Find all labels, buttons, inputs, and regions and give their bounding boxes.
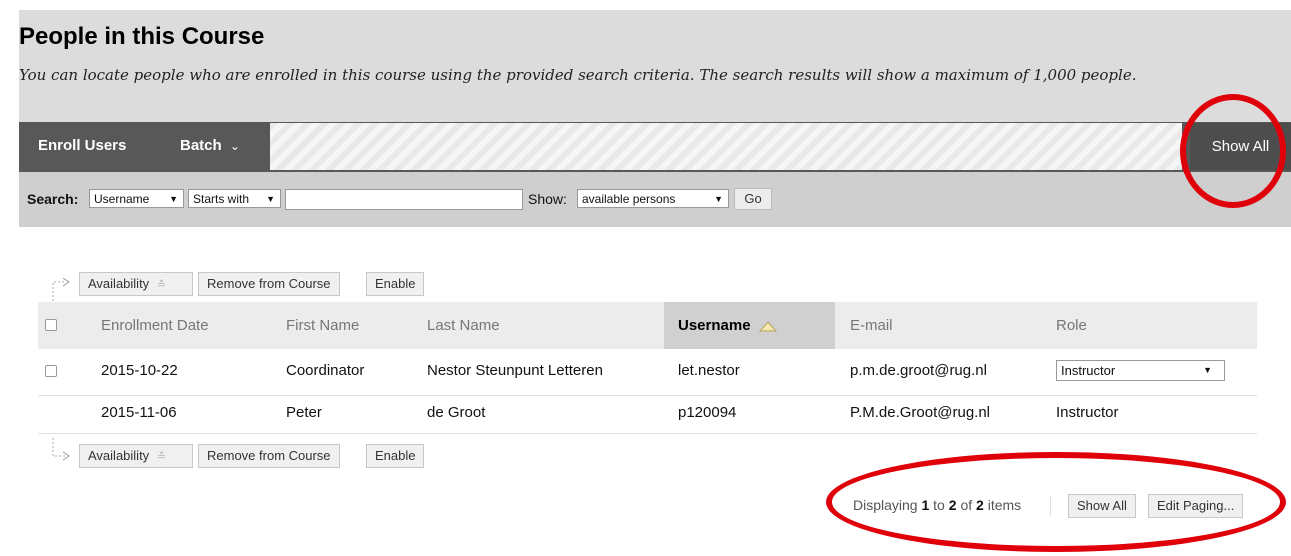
role-select[interactable]: Instructor ▼ (1056, 360, 1225, 381)
search-operator-value: Starts with (193, 192, 250, 206)
column-username[interactable]: Username (678, 317, 777, 334)
paging-divider (1050, 496, 1051, 516)
show-all-top-button[interactable]: Show All (1190, 123, 1291, 170)
show-all-bottom-button[interactable]: Show All (1068, 494, 1136, 518)
search-field-value: Username (94, 192, 150, 206)
column-email[interactable]: E-mail (850, 317, 893, 334)
paging-to-word: to (933, 497, 945, 513)
select-arrow-icon (52, 277, 70, 301)
double-chevron-down-icon: ≛ (156, 451, 167, 463)
batch-menu-button[interactable]: Batch ⌄ (180, 137, 240, 154)
show-filter-value: available persons (582, 192, 676, 206)
page-description: You can locate people who are enrolled i… (19, 66, 1137, 84)
cell-username: p120094 (678, 404, 737, 421)
search-operator-select[interactable]: Starts with ▼ (188, 189, 281, 208)
cell-last-name: Nestor Steunpunt Letteren (427, 362, 603, 379)
availability-button-bottom[interactable]: Availability ≛ (79, 444, 193, 468)
dropdown-arrow-icon: ▼ (714, 194, 723, 204)
select-all-checkbox[interactable] (45, 319, 57, 331)
row-checkbox[interactable] (45, 365, 57, 377)
row-divider (38, 395, 1257, 396)
cell-email: p.m.de.groot@rug.nl (850, 362, 987, 379)
search-field-select[interactable]: Username ▼ (89, 189, 184, 208)
remove-from-course-button-top[interactable]: Remove from Course (198, 272, 340, 296)
column-enrollment-date[interactable]: Enrollment Date (101, 317, 209, 334)
cell-enrollment-date: 2015-11-06 (101, 404, 177, 421)
availability-label: Availability (88, 448, 150, 463)
go-button[interactable]: Go (734, 188, 772, 210)
enable-button-bottom[interactable]: Enable (366, 444, 425, 468)
column-role: Role (1056, 317, 1087, 334)
paging-suffix: items (987, 497, 1022, 513)
paging-total: 2 (976, 497, 984, 513)
cell-email: P.M.de.Groot@rug.nl (850, 404, 991, 421)
paging-summary: Displaying 1 to 2 of 2 items (853, 497, 1021, 513)
role-value: Instructor (1061, 363, 1116, 378)
select-arrow-icon (52, 438, 70, 461)
availability-button-top[interactable]: Availability ≛ (79, 272, 193, 296)
dropdown-arrow-icon: ▼ (1203, 365, 1212, 375)
double-chevron-down-icon: ≛ (156, 279, 167, 291)
edit-paging-button[interactable]: Edit Paging... (1148, 494, 1244, 518)
cell-last-name: de Groot (427, 404, 486, 421)
search-input[interactable] (285, 189, 523, 210)
action-bar-spacer (270, 123, 1182, 170)
page-title: People in this Course (19, 23, 265, 50)
paging-prefix: Displaying (853, 497, 918, 513)
dropdown-arrow-icon: ▼ (169, 194, 178, 204)
row-divider (38, 433, 1257, 434)
show-filter-select[interactable]: available persons ▼ (577, 189, 729, 208)
cell-username: let.nestor (678, 362, 740, 379)
dropdown-arrow-icon: ▼ (266, 194, 275, 204)
cell-enrollment-date: 2015-10-22 (101, 362, 178, 379)
column-username-label: Username (678, 317, 751, 334)
sort-ascending-icon (758, 321, 777, 332)
cell-role: Instructor (1056, 404, 1119, 421)
enroll-users-button[interactable]: Enroll Users (38, 137, 126, 154)
enable-button-top[interactable]: Enable (366, 272, 425, 296)
paging-of-word: of (960, 497, 973, 513)
paging-from: 1 (921, 497, 930, 513)
paging-to: 2 (948, 497, 957, 513)
search-label: Search: (27, 191, 79, 207)
chevron-down-icon: ⌄ (229, 139, 240, 153)
batch-label: Batch (180, 137, 222, 154)
cell-first-name: Peter (286, 404, 322, 421)
availability-label: Availability (88, 276, 150, 291)
show-label: Show: (528, 191, 567, 207)
column-first-name[interactable]: First Name (286, 317, 359, 334)
column-last-name[interactable]: Last Name (427, 317, 500, 334)
cell-first-name: Coordinator (286, 362, 365, 379)
remove-from-course-button-bottom[interactable]: Remove from Course (198, 444, 340, 468)
